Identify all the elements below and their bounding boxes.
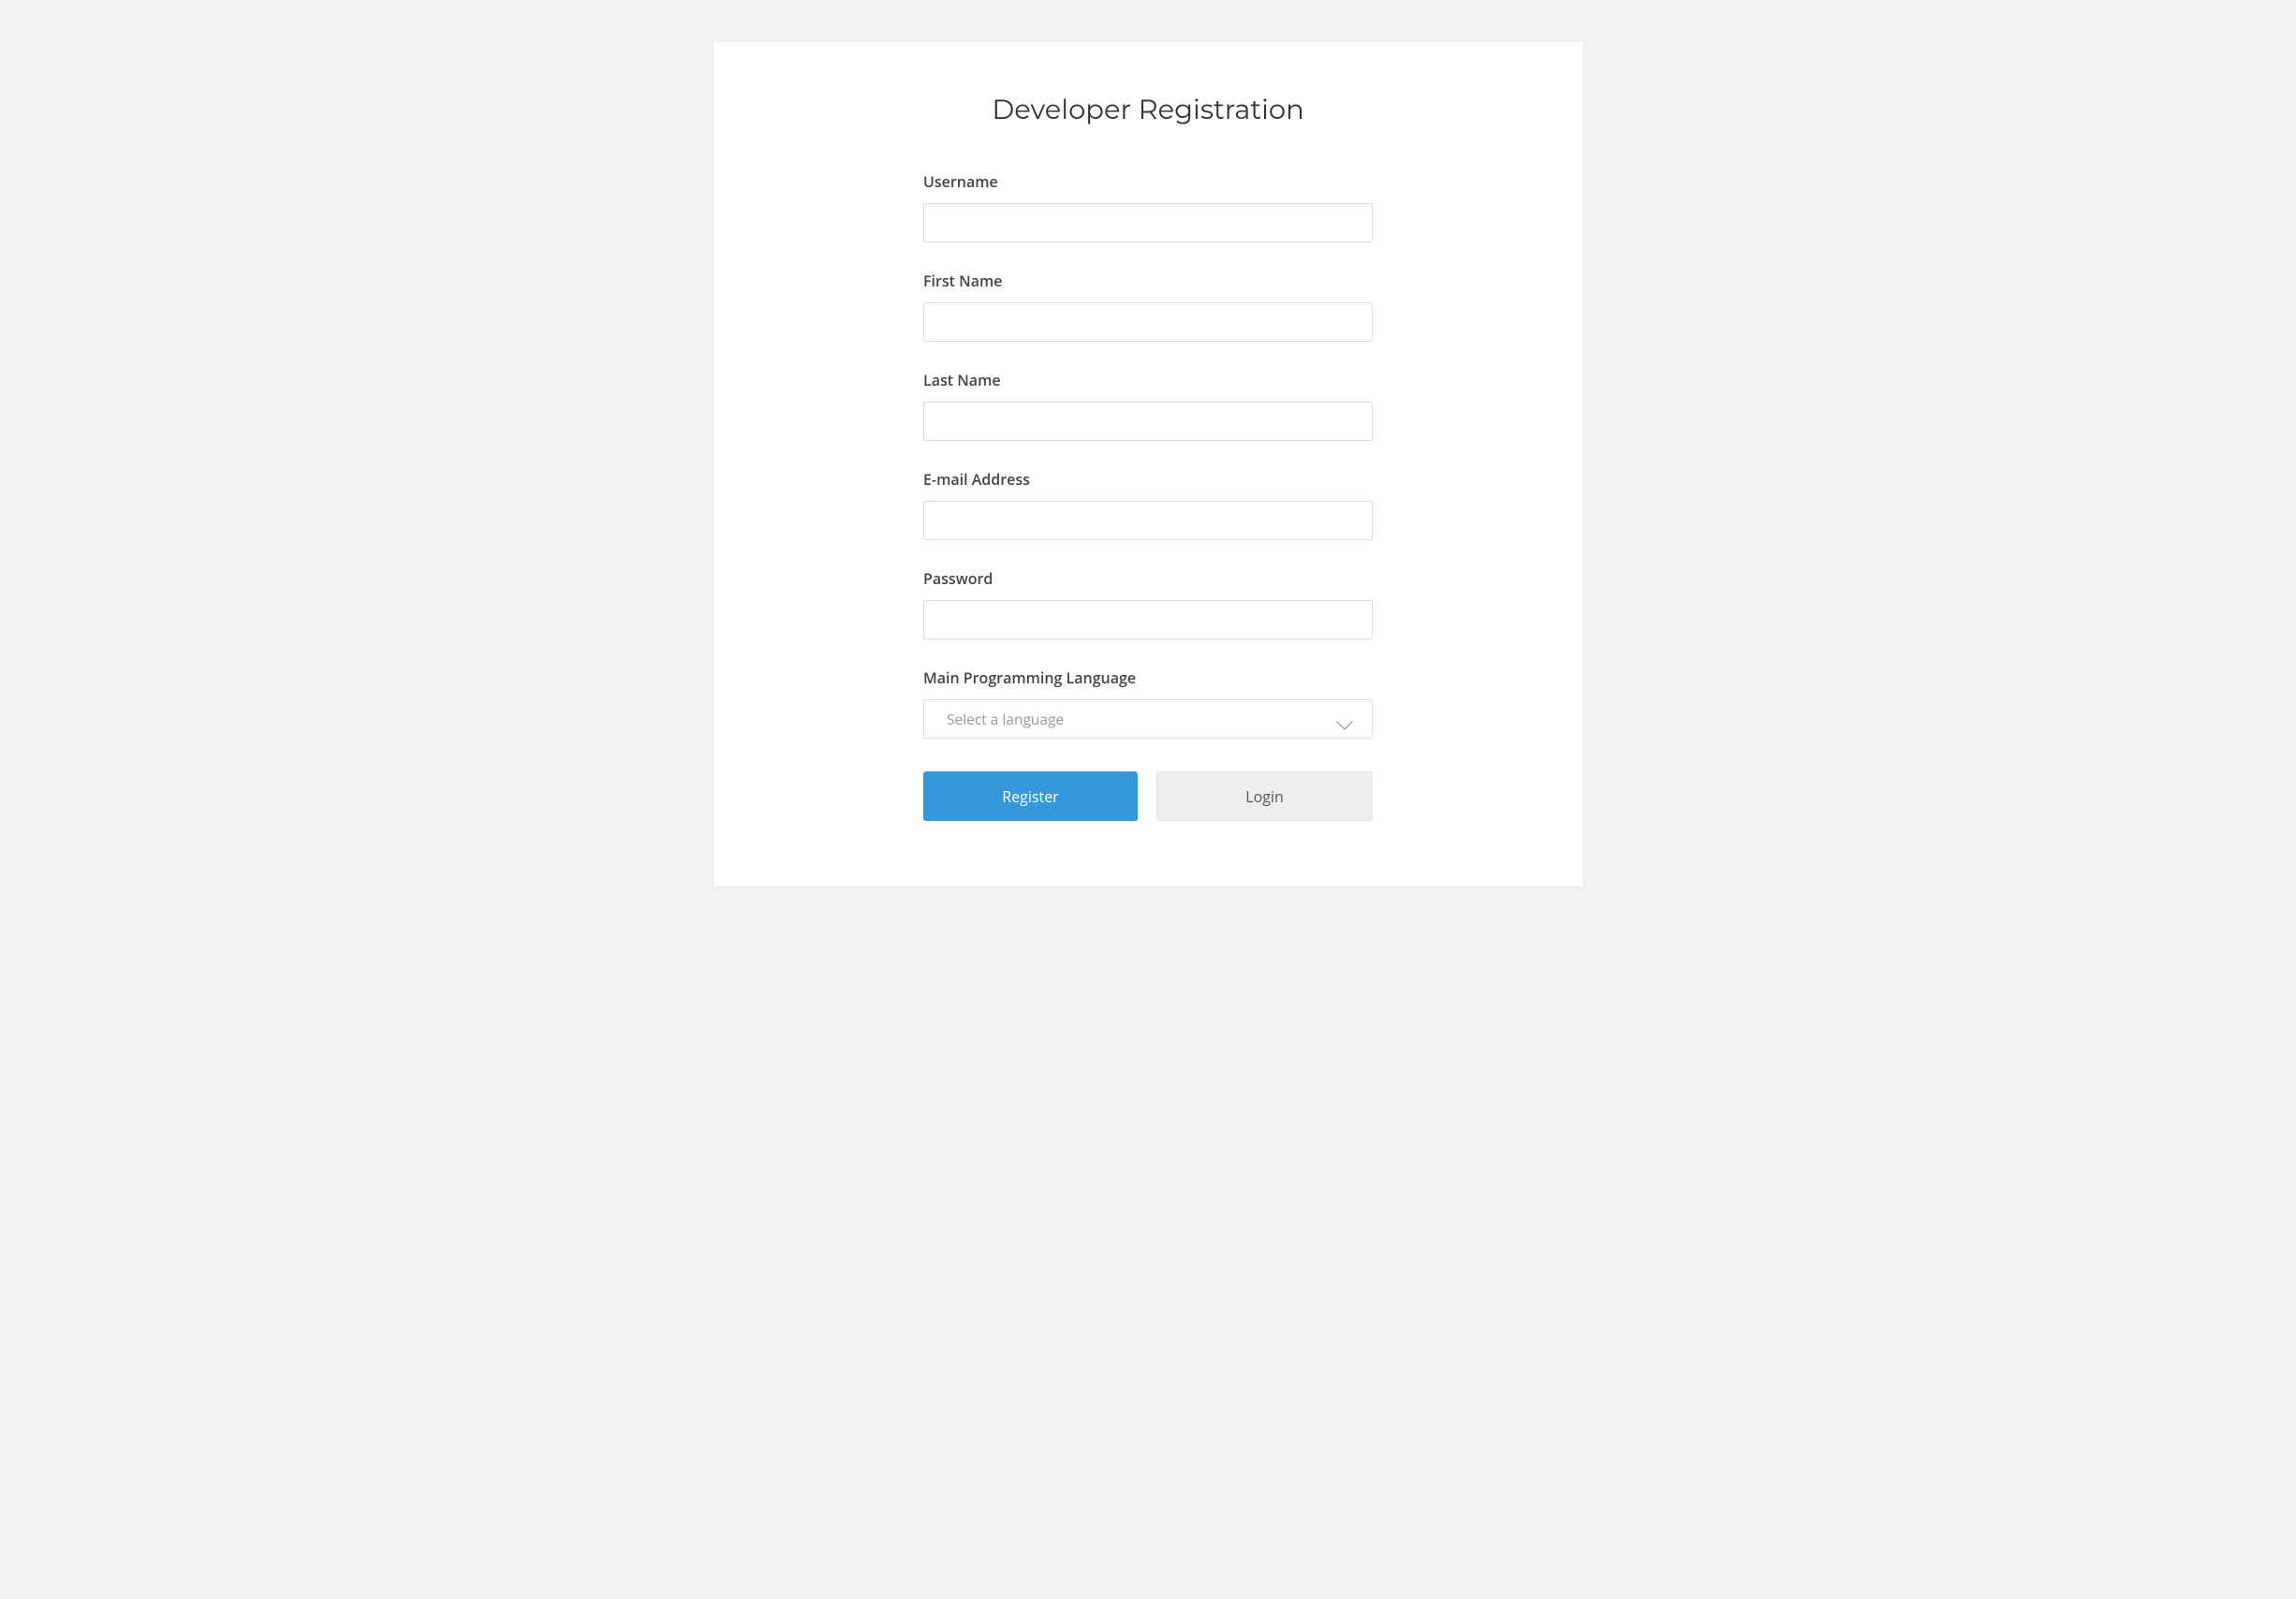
language-select[interactable]: Select a language: [923, 699, 1373, 739]
language-label: Main Programming Language: [923, 667, 1373, 688]
registration-card: Developer Registration Username First Na…: [714, 42, 1582, 887]
button-row: Register Login: [923, 771, 1373, 821]
password-input[interactable]: [923, 600, 1373, 639]
login-button[interactable]: Login: [1156, 771, 1373, 821]
registration-form: Username First Name Last Name E-mail Add…: [923, 171, 1373, 821]
last-name-input[interactable]: [923, 402, 1373, 441]
password-label: Password: [923, 568, 1373, 589]
last-name-group: Last Name: [923, 370, 1373, 441]
email-input[interactable]: [923, 501, 1373, 540]
first-name-input[interactable]: [923, 302, 1373, 342]
username-group: Username: [923, 171, 1373, 242]
first-name-group: First Name: [923, 271, 1373, 342]
email-group: E-mail Address: [923, 469, 1373, 540]
username-input[interactable]: [923, 203, 1373, 242]
password-group: Password: [923, 568, 1373, 639]
email-label: E-mail Address: [923, 469, 1373, 490]
language-group: Main Programming Language Select a langu…: [923, 667, 1373, 739]
register-button[interactable]: Register: [923, 771, 1138, 821]
page-title: Developer Registration: [714, 94, 1582, 126]
first-name-label: First Name: [923, 271, 1373, 291]
username-label: Username: [923, 171, 1373, 192]
language-select-placeholder: Select a language: [924, 709, 1372, 729]
last-name-label: Last Name: [923, 370, 1373, 390]
